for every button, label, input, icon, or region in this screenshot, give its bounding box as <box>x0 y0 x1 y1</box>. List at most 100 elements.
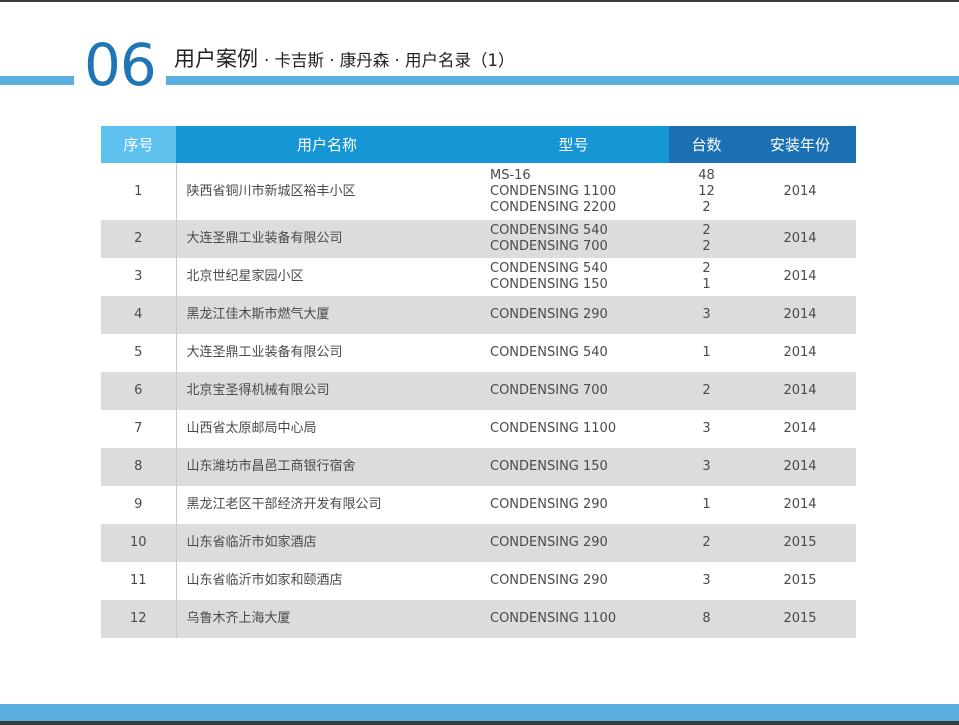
cell-install-year: 2014 <box>783 421 817 436</box>
qty-line: 2 <box>702 261 711 276</box>
cell-model: CONDENSING 540 <box>478 334 669 372</box>
header-band-right <box>166 76 959 85</box>
cell-user-name: 黑龙江佳木斯市燃气大厦 <box>186 307 330 322</box>
qty-line: 1 <box>702 277 711 292</box>
column-header-year: 安装年份 <box>744 126 856 163</box>
qty-line: 3 <box>702 459 711 474</box>
title-main: 用户案例 <box>174 47 258 71</box>
header-band-left <box>0 76 74 85</box>
cell-install-year: 2014 <box>783 497 817 512</box>
cell-user-name: 山东潍坊市昌邑工商银行宿舍 <box>186 459 356 474</box>
cell-user-name: 山东省临沂市如家和颐酒店 <box>186 573 343 588</box>
cell-model: CONDENSING 1100 <box>478 600 669 638</box>
cell-model: MS-16 CONDENSING 1100 CONDENSING 2200 <box>478 163 669 220</box>
qty-line: 1 <box>702 345 711 360</box>
table-row: 3 北京世纪星家园小区 CONDENSING 540 CONDENSING 150 2 1… <box>101 258 856 296</box>
cell-qty: 3 <box>669 410 744 448</box>
model-line: CONDENSING 700 <box>490 239 608 254</box>
cell-seq: 7 <box>101 410 177 448</box>
model-line: CONDENSING 150 <box>490 277 608 292</box>
cell-user-name: 山西省太原邮局中心局 <box>186 421 317 436</box>
cell-user-name: 北京宝圣得机械有限公司 <box>186 383 330 398</box>
cell-seq: 2 <box>101 220 177 258</box>
cell-install-year: 2014 <box>783 183 817 199</box>
cell-install-year: 2014 <box>783 269 817 284</box>
cell-qty: 3 <box>669 296 744 334</box>
table-row: 7 山西省太原邮局中心局 CONDENSING 1100 3 2014 <box>101 410 856 448</box>
table-row: 9 黑龙江老区干部经济开发有限公司 CONDENSING 290 1 2014 <box>101 486 856 524</box>
cell-user-name: 山东省临沂市如家酒店 <box>186 535 317 550</box>
cell-seq: 11 <box>101 562 177 600</box>
table-row: 6 北京宝圣得机械有限公司 CONDENSING 700 2 2014 <box>101 372 856 410</box>
table-row: 4 黑龙江佳木斯市燃气大厦 CONDENSING 290 3 2014 <box>101 296 856 334</box>
cell-qty: 8 <box>669 600 744 638</box>
cell-seq: 9 <box>101 486 177 524</box>
cell-qty: 2 <box>669 372 744 410</box>
cell-seq: 6 <box>101 372 177 410</box>
cell-qty: 48 12 2 <box>669 163 744 220</box>
cell-qty: 3 <box>669 562 744 600</box>
qty-line: 12 <box>698 183 715 199</box>
qty-line: 2 <box>702 383 711 398</box>
model-line: CONDENSING 540 <box>490 223 608 238</box>
table-body: 1 陕西省铜川市新城区裕丰小区 MS-16 CONDENSING 1100 CONDEN… <box>101 163 856 638</box>
table-row: 2 大连圣鼎工业装备有限公司 CONDENSING 540 CONDENSING 70… <box>101 220 856 258</box>
cell-install-year: 2014 <box>783 383 817 398</box>
column-header-qty: 台数 <box>669 126 744 163</box>
cell-model: CONDENSING 290 <box>478 486 669 524</box>
title-subtitle: · 卡吉斯 · 康丹森 · 用户名录（1） <box>264 51 515 70</box>
qty-line: 2 <box>702 199 711 215</box>
cell-install-year: 2015 <box>783 535 817 550</box>
cell-user-name: 大连圣鼎工业装备有限公司 <box>186 231 343 246</box>
model-line: MS-16 <box>490 167 531 183</box>
footer-edge <box>0 721 959 725</box>
table-row: 8 山东潍坊市昌邑工商银行宿舍 CONDENSING 150 3 2014 <box>101 448 856 486</box>
column-header-seq: 序号 <box>101 126 176 163</box>
qty-line: 3 <box>702 573 711 588</box>
model-line: CONDENSING 700 <box>490 383 608 398</box>
cell-model: CONDENSING 150 <box>478 448 669 486</box>
cell-seq: 3 <box>101 258 177 296</box>
cell-seq: 8 <box>101 448 177 486</box>
cell-install-year: 2014 <box>783 345 817 360</box>
cell-user-name: 黑龙江老区干部经济开发有限公司 <box>186 497 382 512</box>
qty-line: 2 <box>702 535 711 550</box>
cell-model: CONDENSING 700 <box>478 372 669 410</box>
model-line: CONDENSING 290 <box>490 573 608 588</box>
cell-seq: 4 <box>101 296 177 334</box>
cell-model: CONDENSING 540 CONDENSING 700 <box>478 220 669 258</box>
qty-line: 1 <box>702 497 711 512</box>
table-header-row: 序号 用户名称 型号 台数 安装年份 <box>101 126 856 163</box>
qty-line: 3 <box>702 307 711 322</box>
model-line: CONDENSING 2200 <box>490 199 617 215</box>
table-row: 12 乌鲁木齐上海大厦 CONDENSING 1100 8 2015 <box>101 600 856 638</box>
model-line: CONDENSING 1100 <box>490 183 617 199</box>
cell-seq: 5 <box>101 334 177 372</box>
cell-install-year: 2014 <box>783 307 817 322</box>
cell-install-year: 2015 <box>783 611 817 626</box>
cell-install-year: 2015 <box>783 573 817 588</box>
cell-qty: 3 <box>669 448 744 486</box>
cell-model: CONDENSING 290 <box>478 296 669 334</box>
qty-line: 2 <box>702 239 711 254</box>
model-line: CONDENSING 1100 <box>490 421 617 436</box>
cell-seq: 10 <box>101 524 177 562</box>
cell-user-name: 乌鲁木齐上海大厦 <box>186 611 291 626</box>
column-header-name: 用户名称 <box>176 126 478 163</box>
model-line: CONDENSING 540 <box>490 261 608 276</box>
cell-seq: 1 <box>101 163 177 220</box>
section-number: 06 <box>84 31 157 99</box>
table-row: 10 山东省临沂市如家酒店 CONDENSING 290 2 2015 <box>101 524 856 562</box>
cell-model: CONDENSING 290 <box>478 524 669 562</box>
page-title: 用户案例 · 卡吉斯 · 康丹森 · 用户名录（1） <box>174 43 514 73</box>
model-line: CONDENSING 1100 <box>490 611 617 626</box>
qty-line: 48 <box>698 167 715 183</box>
cell-seq: 12 <box>101 600 177 638</box>
model-line: CONDENSING 290 <box>490 497 608 512</box>
cell-model: CONDENSING 540 CONDENSING 150 <box>478 258 669 296</box>
table-row: 5 大连圣鼎工业装备有限公司 CONDENSING 540 1 2014 <box>101 334 856 372</box>
cell-user-name: 陕西省铜川市新城区裕丰小区 <box>186 183 356 199</box>
column-header-model: 型号 <box>478 126 669 163</box>
footer-band <box>0 704 959 721</box>
qty-line: 3 <box>702 421 711 436</box>
